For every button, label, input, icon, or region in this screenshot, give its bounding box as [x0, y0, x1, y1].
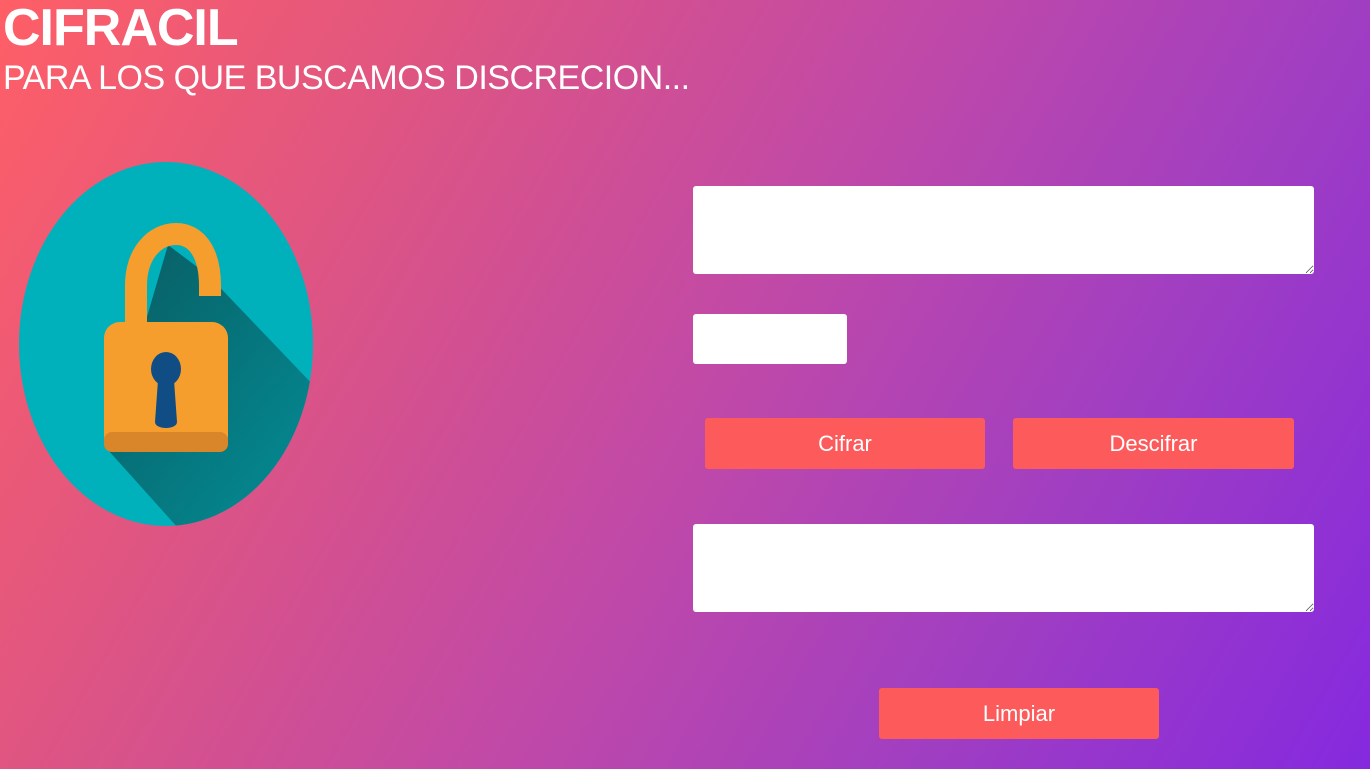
result-output[interactable]	[693, 524, 1314, 612]
app-title: CIFRACIL	[3, 0, 239, 57]
decrypt-button[interactable]: Descifrar	[1013, 418, 1294, 469]
lock-keyhole-slot	[155, 380, 177, 428]
header: CIFRACIL PARA LOS QUE BUSCAMOS DISCRECIO…	[3, 0, 690, 98]
clear-button[interactable]: Limpiar	[879, 688, 1159, 739]
app-subtitle: PARA LOS QUE BUSCAMOS DISCRECION...	[3, 59, 690, 97]
key-input[interactable]	[693, 314, 847, 364]
plaintext-input[interactable]	[693, 186, 1314, 274]
lock-body-bottom	[104, 432, 228, 452]
encrypt-button[interactable]: Cifrar	[705, 418, 985, 469]
open-padlock-icon	[19, 162, 313, 526]
